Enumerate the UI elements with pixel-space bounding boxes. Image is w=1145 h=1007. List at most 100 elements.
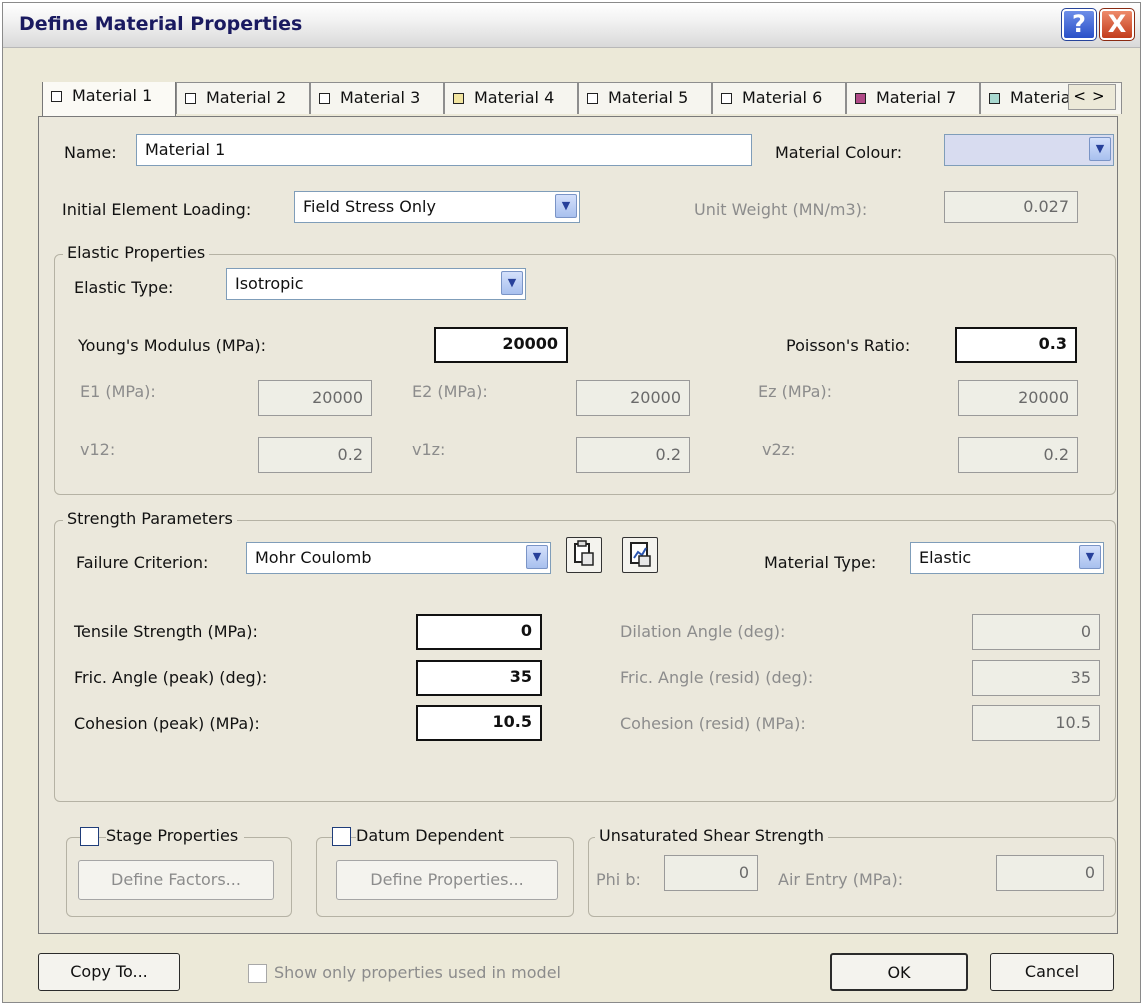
swatch-icon	[319, 93, 330, 104]
failure-criterion-value: Mohr Coulomb	[255, 548, 372, 567]
ok-button[interactable]: OK	[830, 953, 968, 991]
close-icon: X	[1107, 10, 1127, 38]
tab-label: Material 5	[608, 88, 689, 107]
dilation-angle-label: Dilation Angle (deg):	[620, 622, 786, 641]
material-type-label: Material Type:	[764, 553, 877, 572]
tab-label: Material 1	[72, 86, 153, 105]
copy-to-button[interactable]: Copy To...	[38, 953, 180, 991]
v2z-label: v2z:	[762, 440, 796, 459]
chevron-down-icon: ▼	[1089, 137, 1111, 161]
v2z-field[interactable]: 0.2	[958, 437, 1078, 473]
material-tabs: Material 1 Material 2 Material 3 Materia…	[42, 82, 1122, 116]
tab-label: Materia	[1010, 88, 1071, 107]
swatch-icon	[185, 93, 196, 104]
unit-weight-label: Unit Weight (MN/m3):	[694, 200, 868, 219]
swatch-icon	[989, 93, 1000, 104]
ez-label: Ez (MPa):	[758, 382, 833, 401]
elastic-group-title: Elastic Properties	[63, 243, 210, 262]
ez-field[interactable]: 20000	[958, 380, 1078, 416]
phi-b-label: Phi b:	[596, 870, 641, 889]
e1-field[interactable]: 20000	[258, 380, 372, 416]
cancel-button[interactable]: Cancel	[990, 953, 1114, 991]
title-bar[interactable]: Define Material Properties ? X	[3, 3, 1140, 48]
youngs-modulus-field[interactable]: 20000	[434, 327, 568, 363]
tensile-strength-label: Tensile Strength (MPa):	[74, 622, 258, 641]
tab-material-2[interactable]: Material 2	[176, 82, 310, 114]
name-input[interactable]: Material 1	[136, 134, 752, 166]
datum-dependent-label: Datum Dependent	[356, 826, 510, 845]
tab-label: Material 3	[340, 88, 421, 107]
cohesion-resid-field[interactable]: 10.5	[972, 705, 1100, 741]
name-label: Name:	[64, 143, 117, 162]
criterion-chart-button[interactable]	[622, 537, 658, 573]
cohesion-resid-label: Cohesion (resid) (MPa):	[620, 714, 806, 733]
cohesion-peak-label: Cohesion (peak) (MPa):	[74, 714, 260, 733]
chevron-down-icon: ▼	[555, 194, 577, 218]
tab-label: Material 7	[876, 88, 957, 107]
unsaturated-group-title: Unsaturated Shear Strength	[595, 826, 828, 845]
youngs-modulus-label: Young's Modulus (MPa):	[78, 336, 267, 355]
failure-criterion-label: Failure Criterion:	[76, 553, 209, 572]
swatch-icon	[51, 91, 62, 102]
tab-material-7[interactable]: Material 7	[846, 82, 980, 114]
v12-label: v12:	[80, 440, 116, 459]
fric-angle-peak-field[interactable]: 35	[416, 660, 542, 696]
chevron-down-icon: ▼	[526, 545, 548, 569]
dialog-title: Define Material Properties	[19, 13, 303, 35]
elastic-type-value: Isotropic	[235, 274, 304, 293]
swatch-icon	[855, 93, 866, 104]
tab-label: Material 2	[206, 88, 287, 107]
e2-field[interactable]: 20000	[576, 380, 690, 416]
swatch-icon	[587, 93, 598, 104]
help-button[interactable]: ?	[1061, 8, 1097, 41]
material-colour-select[interactable]: ▼	[944, 134, 1114, 166]
datum-dependent-checkbox[interactable]	[332, 827, 351, 846]
tab-material-3[interactable]: Material 3	[310, 82, 444, 114]
v1z-label: v1z:	[412, 440, 446, 459]
chart-icon	[630, 542, 651, 567]
cohesion-peak-field[interactable]: 10.5	[416, 705, 542, 741]
v1z-field[interactable]: 0.2	[576, 437, 690, 473]
tab-material-1[interactable]: Material 1	[42, 82, 176, 116]
show-only-label: Show only properties used in model	[274, 963, 561, 982]
define-properties-button[interactable]: Define Properties...	[336, 860, 558, 900]
tab-label: Material 6	[742, 88, 823, 107]
strength-group-title: Strength Parameters	[63, 509, 237, 528]
show-only-checkbox[interactable]	[248, 964, 267, 983]
stage-properties-label: Stage Properties	[106, 826, 245, 845]
fric-angle-resid-field[interactable]: 35	[972, 660, 1100, 696]
initial-loading-label: Initial Element Loading:	[62, 200, 252, 219]
tab-scroll-buttons[interactable]: <>	[1068, 84, 1116, 110]
swatch-icon	[721, 93, 732, 104]
tab-material-5[interactable]: Material 5	[578, 82, 712, 114]
define-factors-button[interactable]: Define Factors...	[78, 860, 274, 900]
close-button[interactable]: X	[1099, 8, 1135, 41]
failure-criterion-select[interactable]: Mohr Coulomb ▼	[246, 542, 551, 574]
elastic-type-select[interactable]: Isotropic ▼	[226, 268, 526, 300]
fric-angle-resid-label: Fric. Angle (resid) (deg):	[620, 668, 814, 687]
tab-material-6[interactable]: Material 6	[712, 82, 846, 114]
v12-field[interactable]: 0.2	[258, 437, 372, 473]
stage-properties-checkbox[interactable]	[80, 827, 99, 846]
clipboard-icon	[574, 540, 594, 566]
poissons-ratio-field[interactable]: 0.3	[955, 327, 1077, 363]
unit-weight-field[interactable]: 0.027	[944, 191, 1078, 223]
air-entry-label: Air Entry (MPa):	[778, 870, 904, 889]
tensile-strength-field[interactable]: 0	[416, 614, 542, 650]
phi-b-field[interactable]: 0	[664, 855, 758, 891]
air-entry-field[interactable]: 0	[996, 855, 1104, 891]
poissons-ratio-label: Poisson's Ratio:	[786, 336, 911, 355]
tab-material-4[interactable]: Material 4	[444, 82, 578, 114]
swatch-icon	[453, 93, 464, 104]
material-type-select[interactable]: Elastic ▼	[910, 542, 1104, 574]
fric-angle-peak-label: Fric. Angle (peak) (deg):	[74, 668, 268, 687]
e2-label: E2 (MPa):	[412, 382, 488, 401]
material-colour-label: Material Colour:	[775, 143, 903, 162]
chevron-down-icon: ▼	[501, 271, 523, 295]
dilation-angle-field[interactable]: 0	[972, 614, 1100, 650]
help-icon: ?	[1072, 10, 1086, 38]
criterion-properties-button[interactable]	[566, 537, 602, 573]
initial-loading-select[interactable]: Field Stress Only ▼	[294, 191, 580, 223]
tab-label: Material 4	[474, 88, 555, 107]
chevron-down-icon: ▼	[1079, 545, 1101, 569]
